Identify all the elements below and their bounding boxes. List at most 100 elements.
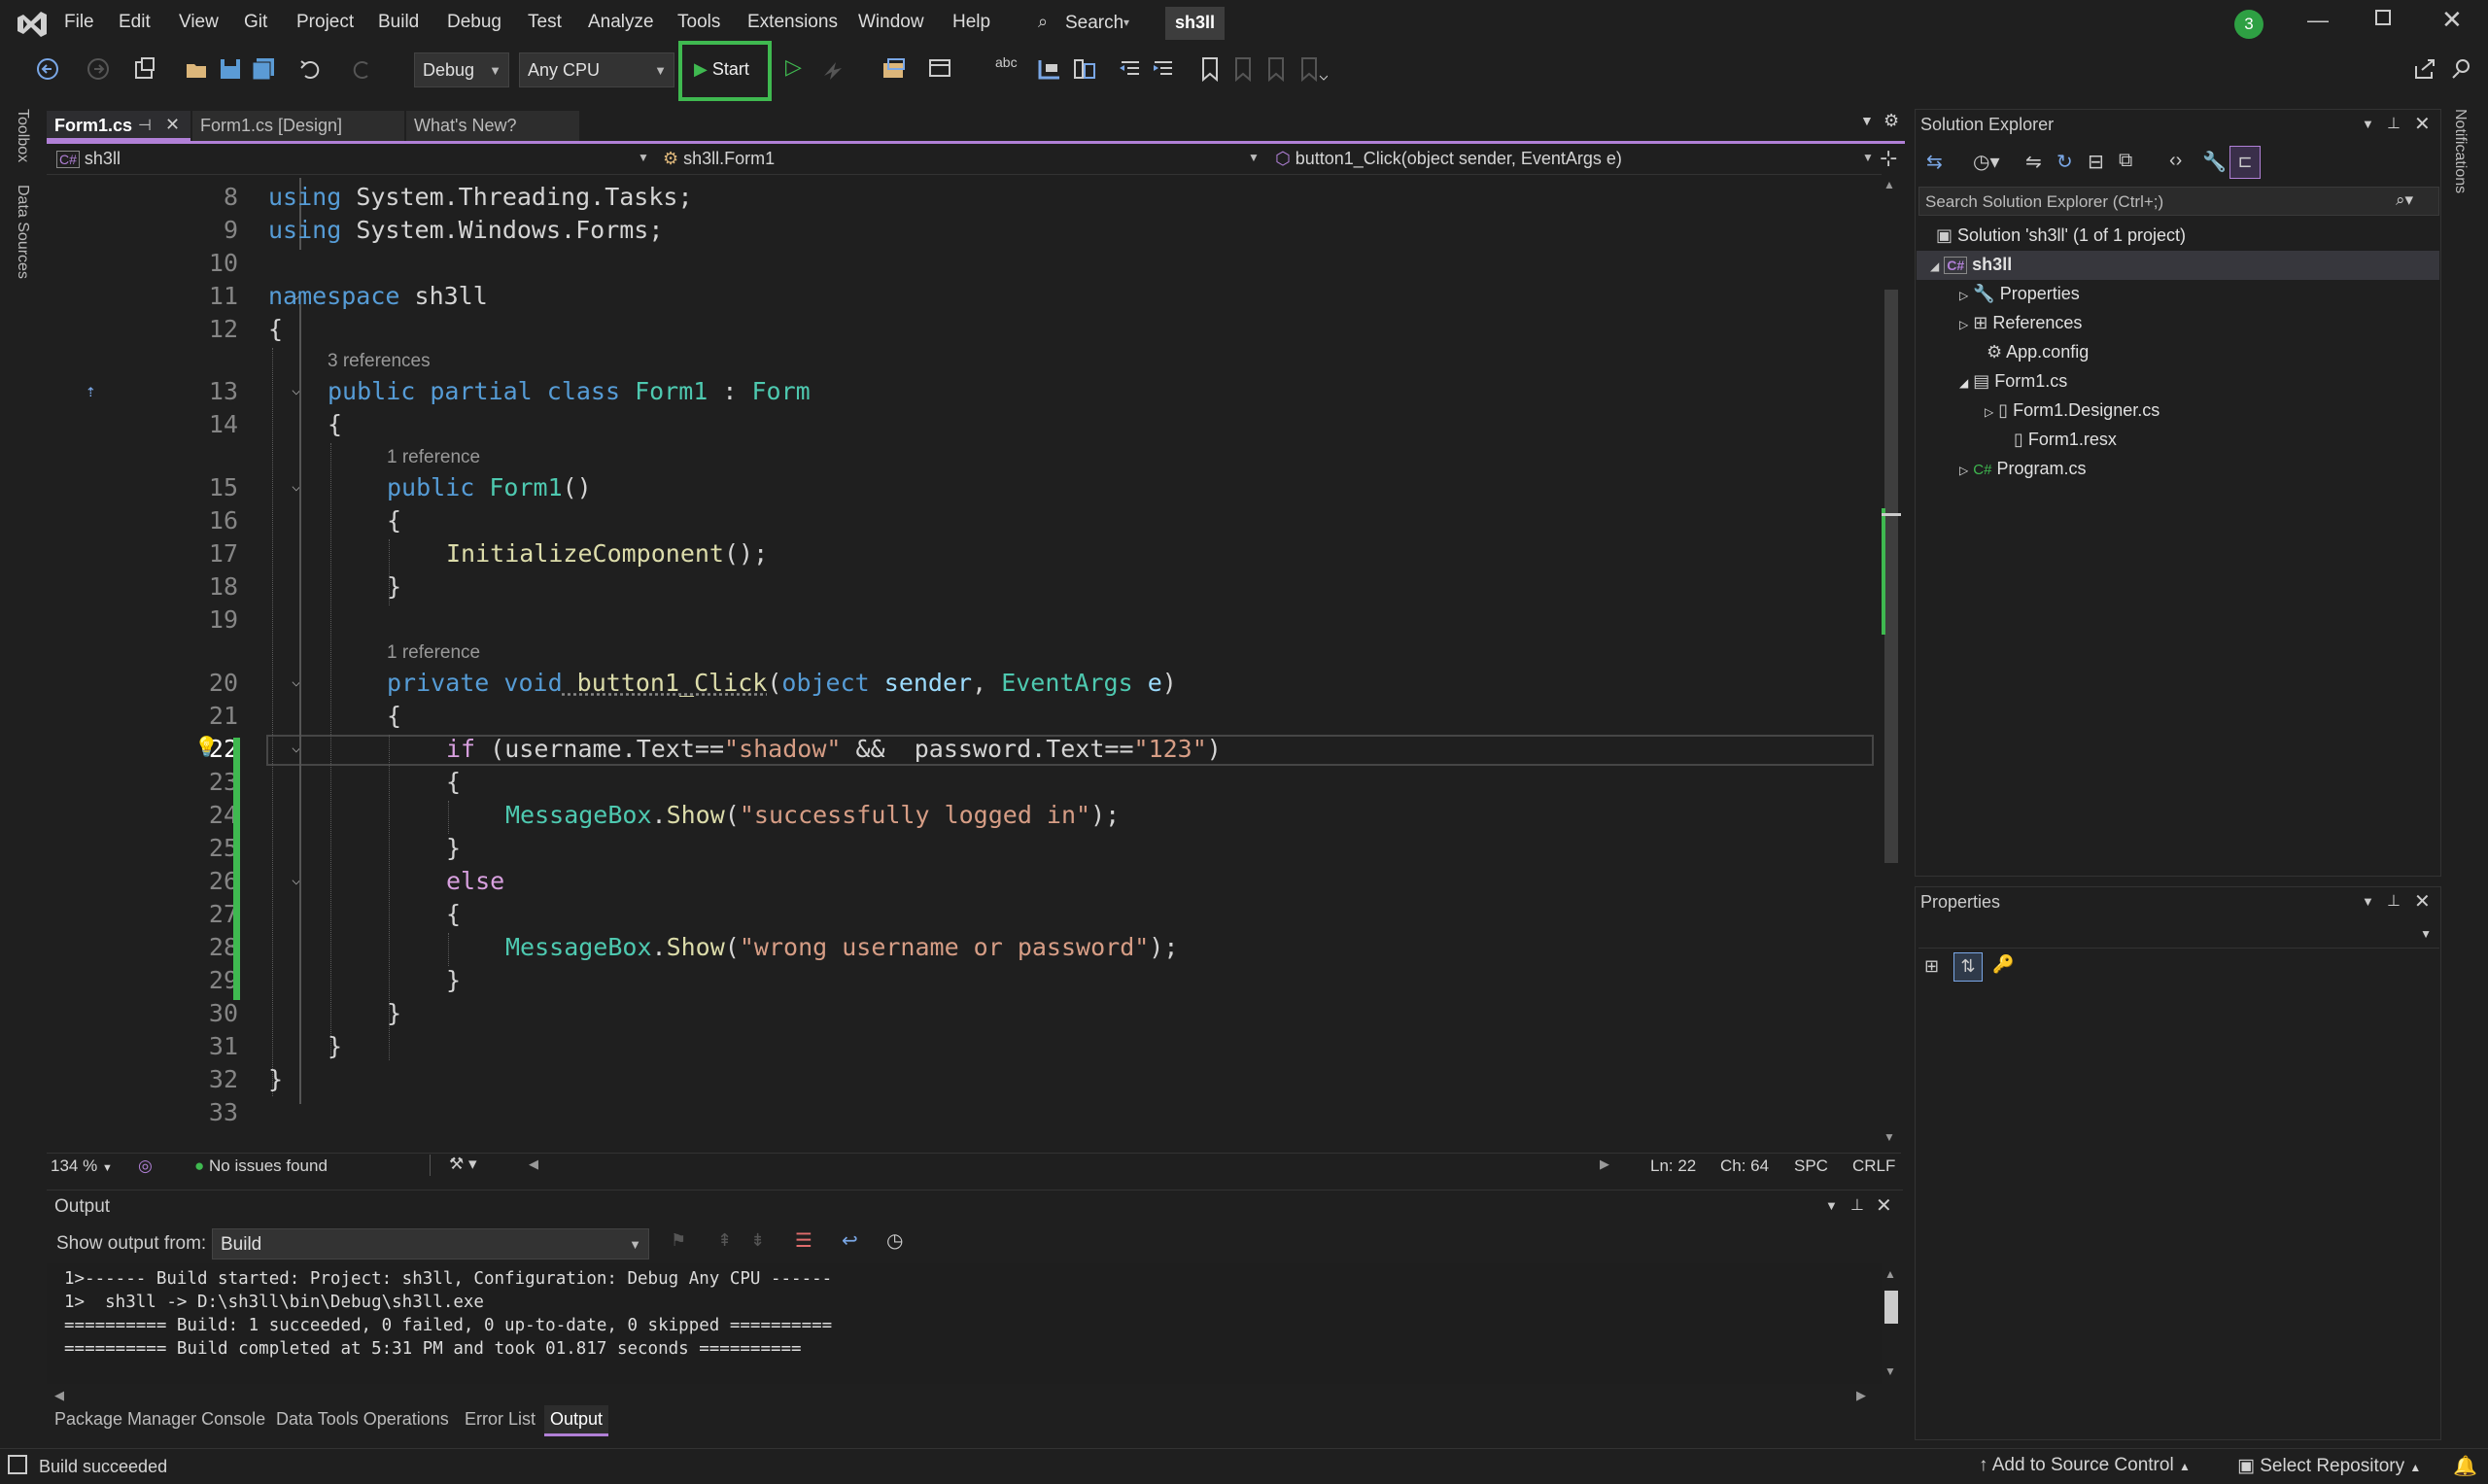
clear-all-icon[interactable]: ☰	[795, 1228, 812, 1253]
tab-error-list[interactable]: Error List	[465, 1409, 536, 1430]
line-indicator[interactable]: Ln: 22	[1650, 1156, 1696, 1176]
editor-vertical-scrollbar[interactable]: ▲ ▼	[1882, 178, 1901, 1144]
solution-node[interactable]: ▣ Solution 'sh3ll' (1 of 1 project)	[1936, 225, 2186, 246]
tab-form1-design[interactable]: Form1.cs [Design]	[192, 111, 404, 141]
member-dropdown[interactable]: ⬡ button1_Click(object sender, EventArgs…	[1269, 146, 1878, 173]
start-without-debugging-icon[interactable]: ▷	[785, 54, 802, 80]
tree-item-form1-designer[interactable]: ▷ ▯ Form1.Designer.cs	[1985, 400, 2160, 421]
vs-logo-icon[interactable]	[16, 10, 49, 39]
scroll-left-icon[interactable]: ◀	[529, 1156, 538, 1172]
start-debugging-button[interactable]: ▶ Start	[688, 52, 766, 89]
close-panel-icon[interactable]: ✕	[1876, 1193, 1892, 1218]
save-all-icon[interactable]	[251, 56, 276, 82]
alphabetical-icon[interactable]: ⇅	[1953, 952, 1983, 982]
column-indicator[interactable]: Ch: 64	[1720, 1156, 1769, 1176]
tree-item-program-cs[interactable]: ▷ C# Program.cs	[1959, 459, 2086, 479]
scroll-up-icon[interactable]: ▲	[1883, 178, 1895, 191]
notifications-strip-tab[interactable]: Notifications	[2451, 109, 2469, 193]
view-code-icon[interactable]: ‹›	[2169, 150, 2182, 172]
refresh-icon[interactable]: ↻	[2056, 150, 2073, 174]
data-sources-strip-tab[interactable]: Data Sources	[14, 185, 31, 279]
word-wrap-icon[interactable]: ↩	[842, 1228, 858, 1253]
scroll-down-icon[interactable]: ▼	[1883, 1130, 1895, 1144]
codelens-references[interactable]: 3 references	[328, 351, 431, 372]
search-box[interactable]: ⌕ Search ▾	[1032, 8, 1139, 41]
categorized-icon[interactable]: ⊞	[1924, 956, 1939, 977]
properties-object-dropdown[interactable]: ▼	[1918, 921, 2439, 949]
close-window-icon[interactable]: ✕	[2441, 5, 2463, 35]
spell-check-icon[interactable]: abc	[995, 54, 1018, 70]
window-position-icon[interactable]: ▼	[1825, 1198, 1838, 1213]
pin-icon[interactable]: ⊥	[2387, 114, 2401, 133]
forward-icon[interactable]	[86, 56, 111, 82]
code-cleanup-icon[interactable]: ⚒ ▾	[449, 1155, 477, 1174]
platform-dropdown[interactable]: Any CPU ▼	[519, 52, 674, 87]
issues-indicator[interactable]: ● No issues found	[194, 1156, 328, 1176]
codelens-references[interactable]: 1 reference	[387, 447, 480, 468]
go-to-location-icon[interactable]: ⚑	[671, 1230, 686, 1251]
scroll-down-icon[interactable]: ▼	[1884, 1364, 1896, 1378]
tab-overflow-icon[interactable]: ▼	[1860, 113, 1874, 128]
tree-item-form1-resx[interactable]: ▯ Form1.resx	[2014, 430, 2117, 450]
output-window-icon[interactable]	[8, 1455, 27, 1474]
output-vertical-scrollbar[interactable]: ▲ ▼	[1882, 1263, 1901, 1384]
scroll-up-icon[interactable]: ▲	[1884, 1267, 1896, 1281]
menu-debug[interactable]: Debug	[447, 12, 501, 33]
codelens-references[interactable]: 1 reference	[387, 642, 480, 664]
inheritance-margin-icon[interactable]: ⇡	[86, 381, 96, 401]
save-icon[interactable]	[218, 56, 243, 82]
hot-reload-icon[interactable]	[820, 56, 846, 82]
menu-project[interactable]: Project	[296, 12, 354, 33]
tab-whats-new[interactable]: What's New?	[406, 111, 579, 141]
scroll-right-icon[interactable]: ▶	[1600, 1156, 1609, 1172]
scrollbar-thumb[interactable]	[1884, 1291, 1898, 1324]
solution-badge[interactable]: sh3ll	[1165, 7, 1226, 40]
notifications-bell-icon[interactable]: 🔔	[2453, 1454, 2477, 1478]
next-message-icon[interactable]: ⇟	[750, 1230, 765, 1251]
lightbulb-icon[interactable]: 💡	[194, 735, 219, 758]
solution-explorer-search-input[interactable]: Search Solution Explorer (Ctrl+;) ⌕▾	[1918, 187, 2439, 216]
tree-item-references[interactable]: ▷ ⊞ References	[1959, 313, 2082, 333]
redo-icon[interactable]	[350, 56, 375, 82]
close-panel-icon[interactable]: ✕	[2414, 112, 2431, 136]
back-icon[interactable]	[35, 56, 60, 82]
scroll-left-icon[interactable]: ◀	[54, 1388, 64, 1403]
tab-data-tools-operations[interactable]: Data Tools Operations	[276, 1409, 449, 1430]
class-dropdown[interactable]: ⚙ sh3ll.Form1 ▼	[657, 146, 1260, 173]
switch-views-icon[interactable]: ⇆	[1926, 150, 1943, 174]
clear-bookmarks-icon[interactable]	[1298, 56, 1328, 82]
minimize-icon[interactable]: —	[2307, 8, 2329, 33]
close-panel-icon[interactable]: ✕	[2414, 889, 2431, 914]
show-all-files-icon[interactable]: ⧉	[2119, 150, 2132, 172]
timestamp-icon[interactable]: ◷	[886, 1228, 903, 1253]
menu-tools[interactable]: Tools	[677, 12, 720, 33]
tree-item-properties[interactable]: ▷ 🔧 Properties	[1959, 284, 2080, 304]
pin-icon[interactable]: ⊣	[138, 116, 152, 135]
previous-message-icon[interactable]: ⇞	[717, 1230, 732, 1251]
browse-folder-icon[interactable]	[881, 56, 908, 82]
scroll-right-icon[interactable]: ▶	[1856, 1388, 1866, 1403]
menu-test[interactable]: Test	[528, 12, 562, 33]
menu-extensions[interactable]: Extensions	[747, 12, 838, 33]
line-ending-indicator[interactable]: CRLF	[1852, 1156, 1895, 1176]
gear-icon[interactable]: ⚙	[1883, 111, 1899, 131]
open-file-icon[interactable]	[185, 56, 212, 82]
outdent-icon[interactable]	[1118, 56, 1143, 82]
pin-icon[interactable]: ⊥	[2387, 891, 2401, 911]
configuration-dropdown[interactable]: Debug ▼	[414, 52, 509, 87]
indent-icon[interactable]	[1151, 56, 1176, 82]
menu-git[interactable]: Git	[244, 12, 267, 33]
window-position-icon[interactable]: ▼	[2362, 894, 2374, 909]
whitespace-indicator[interactable]: SPC	[1794, 1156, 1828, 1176]
undo-icon[interactable]	[297, 56, 323, 82]
pending-changes-filter-icon[interactable]: ◷▾	[1973, 150, 2000, 174]
next-bookmark-icon[interactable]	[1265, 56, 1287, 82]
notification-count-badge[interactable]: 3	[2234, 10, 2263, 39]
output-source-dropdown[interactable]: Build ▼	[212, 1228, 649, 1260]
window-position-icon[interactable]: ▼	[2362, 117, 2374, 131]
previous-bookmark-icon[interactable]	[1232, 56, 1254, 82]
feedback-icon[interactable]	[2449, 56, 2474, 82]
toolbox-strip-tab[interactable]: Toolbox	[14, 109, 31, 162]
project-node[interactable]: ◢ C# sh3ll	[1930, 255, 2012, 275]
code-editor[interactable]: 8 9 10 11 12 13 14 15 16 17 18 19 20 21 …	[47, 178, 1882, 1133]
